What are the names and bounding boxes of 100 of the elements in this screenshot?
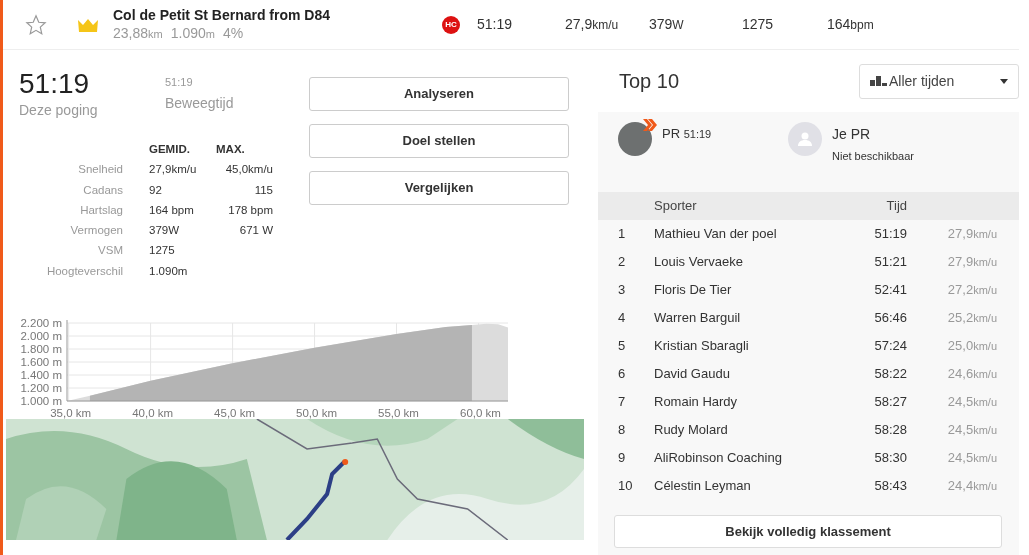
bar-chart-icon: [870, 76, 888, 86]
time-cell-text: 57:24: [873, 337, 907, 356]
speed-cell-text: 27,2km/u: [946, 281, 997, 300]
stat-label: VSM: [97, 243, 123, 259]
effort-label: Deze poging: [19, 101, 99, 120]
speed-cell-text: 24,6km/u: [946, 365, 997, 384]
speed-cell-text: 24,5km/u: [946, 449, 997, 468]
stat-label: Hoogteverschil: [45, 263, 123, 279]
y-tick-label: 1.600 m: [20, 355, 62, 368]
rank-cell-text: 3: [618, 281, 627, 300]
speed-cell-text: 25,2km/u: [946, 309, 997, 328]
column-header: Tijd: [885, 197, 907, 216]
chevron-icon: [643, 119, 657, 131]
rank-cell-text: 7: [618, 393, 627, 412]
x-tick-label: 50,0 km: [296, 406, 337, 419]
x-tick-label: 35,0 km: [50, 406, 92, 419]
x-tick-label: 60,0 km: [460, 406, 501, 419]
rank-cell-text: 6: [618, 365, 627, 384]
stat-value: 1275: [742, 16, 774, 32]
crown-icon: [77, 17, 99, 32]
rank-cell-text: 10: [618, 477, 634, 496]
time-cell-text: 51:19: [873, 225, 907, 244]
time-cell-text: 51:21: [873, 253, 907, 272]
athlete-name[interactable]: Kristian Sbaragli: [654, 336, 854, 356]
speed-cell-text: 24,5km/u: [946, 421, 997, 440]
average-value: 1275: [148, 243, 176, 259]
athlete-name[interactable]: Floris De Tier: [654, 280, 854, 300]
time-cell-text: 52:41: [873, 281, 907, 300]
x-tick-label: 40,0 km: [132, 406, 174, 419]
average-value: 92: [148, 182, 163, 198]
time-cell-text: 58:43: [873, 477, 907, 496]
caret-icon: [1000, 78, 1008, 84]
stat-value: 164bpm: [827, 16, 874, 32]
category-badge: HC: [442, 15, 460, 34]
time-cell-text: 58:28: [873, 421, 907, 440]
y-tick-label: 2.200 m: [20, 316, 62, 329]
max-value: 178 bpm: [227, 202, 273, 218]
y-tick-label: 1.000 m: [20, 394, 62, 407]
your-pr-label: Je PR: [832, 125, 872, 144]
leaderboard-title: Top 10: [619, 69, 680, 94]
action-button[interactable]: Analyseren: [309, 77, 569, 111]
column-header: MAX.: [215, 142, 246, 157]
column-header: Sporter: [654, 197, 698, 216]
time-cell-text: 58:22: [873, 365, 907, 384]
moving-time-label: Beweegtijd: [165, 93, 234, 113]
x-tick-label: 45,0 km: [214, 406, 256, 419]
stat-value: 1.090m: [170, 24, 215, 43]
rank-cell-text: 1: [618, 225, 627, 244]
stat-value: 379W: [649, 16, 684, 32]
athlete-name[interactable]: Célestin Leyman: [654, 476, 854, 496]
stat-label: Vermogen: [69, 223, 123, 238]
grade-value: 4%: [222, 24, 244, 43]
rank-cell-text: 4: [618, 309, 627, 328]
pr-time: PR 51:19: [662, 125, 712, 143]
speed-cell-text: 24,4km/u: [946, 477, 997, 496]
y-tick-label: 1.200 m: [20, 381, 62, 394]
max-value: 671 W: [238, 223, 273, 238]
time-cell-text: 56:46: [873, 309, 907, 328]
athlete-name[interactable]: David Gaudu: [654, 364, 854, 384]
rank-cell-text: 8: [618, 421, 627, 440]
stat-value: 27,9km/u: [565, 16, 619, 32]
speed-cell-text: 27,9km/u: [946, 225, 997, 244]
athlete-name[interactable]: AliRobinson Coaching: [654, 448, 854, 468]
column-header: GEMID.: [148, 142, 191, 157]
athlete-name[interactable]: Warren Barguil: [654, 308, 854, 328]
time-filter-dropdown[interactable]: Aller tijden: [859, 63, 1019, 99]
rank-cell-text: 5: [618, 337, 627, 356]
max-value: 115: [253, 182, 273, 198]
y-tick-label: 1.800 m: [20, 342, 62, 355]
stat-value: 23,88km: [113, 24, 163, 43]
moving-time: 51:19: [165, 75, 194, 90]
stat-label: Hartslag: [79, 202, 123, 218]
y-tick-label: 1.400 m: [20, 368, 62, 381]
rank-cell-text: 2: [618, 253, 627, 272]
action-button[interactable]: Doel stellen: [309, 124, 569, 158]
x-tick-label: 55,0 km: [378, 406, 419, 419]
your-pr-value: Niet beschikbaar: [832, 149, 914, 164]
avatar-icon: [788, 122, 822, 156]
average-value: 164 bpm: [148, 202, 193, 218]
speed-cell-text: 25,0km/u: [946, 337, 997, 356]
effort-time: 51:19: [19, 68, 91, 100]
athlete-name[interactable]: Romain Hardy: [654, 392, 854, 412]
speed-cell-text: 24,5km/u: [946, 393, 997, 412]
rank-cell-text: 9: [618, 449, 627, 468]
time-cell-text: 58:27: [873, 393, 907, 412]
full-leaderboard-button[interactable]: Bekijk volledig klassement: [614, 515, 1002, 548]
time-cell-text: 58:30: [873, 449, 907, 468]
average-value: 1.090m: [148, 263, 189, 279]
y-tick-label: 2.000 m: [20, 329, 62, 342]
stat-value: 51:19: [477, 16, 513, 32]
stat-label: Snelheid: [77, 162, 123, 178]
stat-label: Cadans: [82, 182, 123, 198]
star-icon[interactable]: [25, 13, 47, 36]
average-value: 379W: [148, 223, 181, 238]
action-button[interactable]: Vergelijken: [309, 171, 569, 205]
speed-cell-text: 27,9km/u: [946, 253, 997, 272]
athlete-name[interactable]: Rudy Molard: [654, 420, 854, 440]
athlete-name[interactable]: Louis Vervaeke: [654, 252, 854, 272]
athlete-name[interactable]: Mathieu Van der poel: [654, 224, 854, 244]
segment-title[interactable]: Col de Petit St Bernard from D84: [113, 6, 433, 24]
